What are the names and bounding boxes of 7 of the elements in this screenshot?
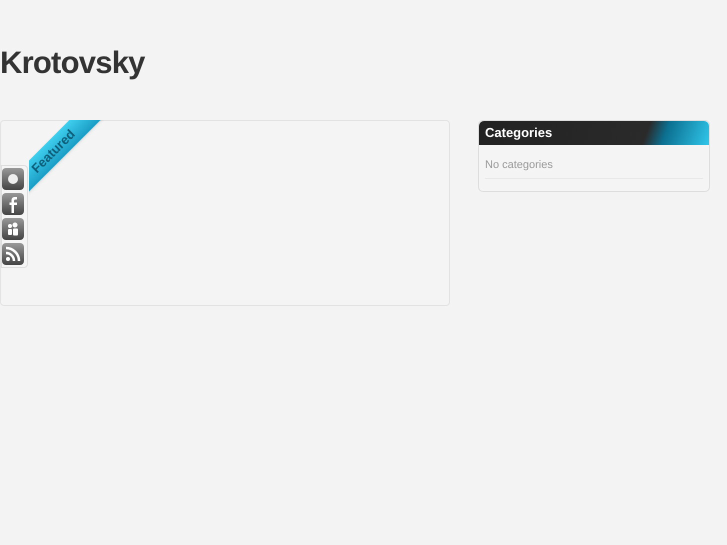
share-icon[interactable] <box>2 168 24 190</box>
widget-title: Categories <box>485 124 552 142</box>
facebook-icon[interactable] <box>2 193 24 215</box>
rss-icon[interactable] <box>2 243 24 265</box>
empty-message: No categories <box>485 157 703 178</box>
people-icon[interactable] <box>2 218 24 240</box>
site-title[interactable]: Krotovsky <box>0 44 145 82</box>
